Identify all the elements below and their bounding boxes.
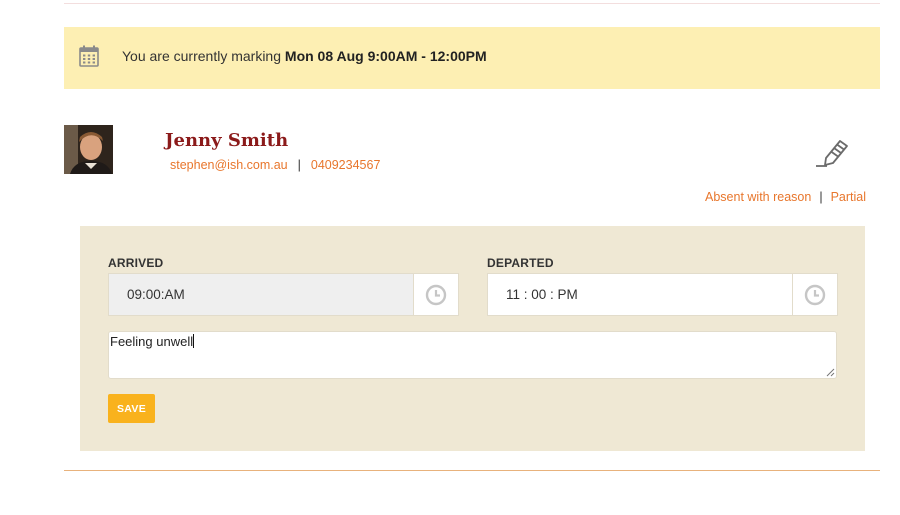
student-name[interactable]: Jenny Smith [165,130,288,151]
save-button[interactable]: SAVE [108,394,155,423]
arrived-label: ARRIVED [108,256,164,270]
contact-separator: | [297,158,301,172]
partial-link[interactable]: Partial [831,190,866,204]
top-divider [64,3,880,4]
clock-icon [804,284,826,305]
calendar-icon [79,45,99,67]
clock-icon [425,284,447,305]
banner-session: Mon 08 Aug 9:00AM - 12:00PM [284,48,487,64]
departed-time-field[interactable]: 11 : 00 : PM [487,273,838,316]
arrived-time-field[interactable]: 09:00:AM [108,273,459,316]
avatar [64,125,113,174]
attendance-status-links: Absent with reason | Partial [705,190,866,204]
note-text: Feeling unwell [110,334,194,349]
bottom-divider [64,470,880,471]
banner-prefix: You are currently marking [122,48,285,64]
departed-clock-button[interactable] [792,274,837,315]
arrived-clock-button[interactable] [413,274,458,315]
arrived-time-value[interactable]: 09:00:AM [109,274,413,315]
student-contact: stephen@ish.com.au | 0409234567 [170,158,380,172]
departed-label: DEPARTED [487,256,554,270]
departed-time-value[interactable]: 11 : 00 : PM [488,274,792,315]
resize-grip-icon[interactable] [825,367,835,377]
marking-banner: You are currently marking Mon 08 Aug 9:0… [64,27,880,89]
attendance-note-textarea[interactable]: Feeling unwell [108,331,837,379]
banner-text: You are currently marking Mon 08 Aug 9:0… [122,48,487,64]
attendance-form-panel: ARRIVED 09:00:AM DEPARTED 11 : 00 : PM F… [80,226,865,451]
absent-with-reason-link[interactable]: Absent with reason [705,190,811,204]
edit-pencil-icon[interactable] [814,137,850,169]
text-caret [193,334,195,348]
student-email-link[interactable]: stephen@ish.com.au [170,158,288,172]
student-phone-link[interactable]: 0409234567 [311,158,381,172]
status-separator: | [819,190,823,204]
